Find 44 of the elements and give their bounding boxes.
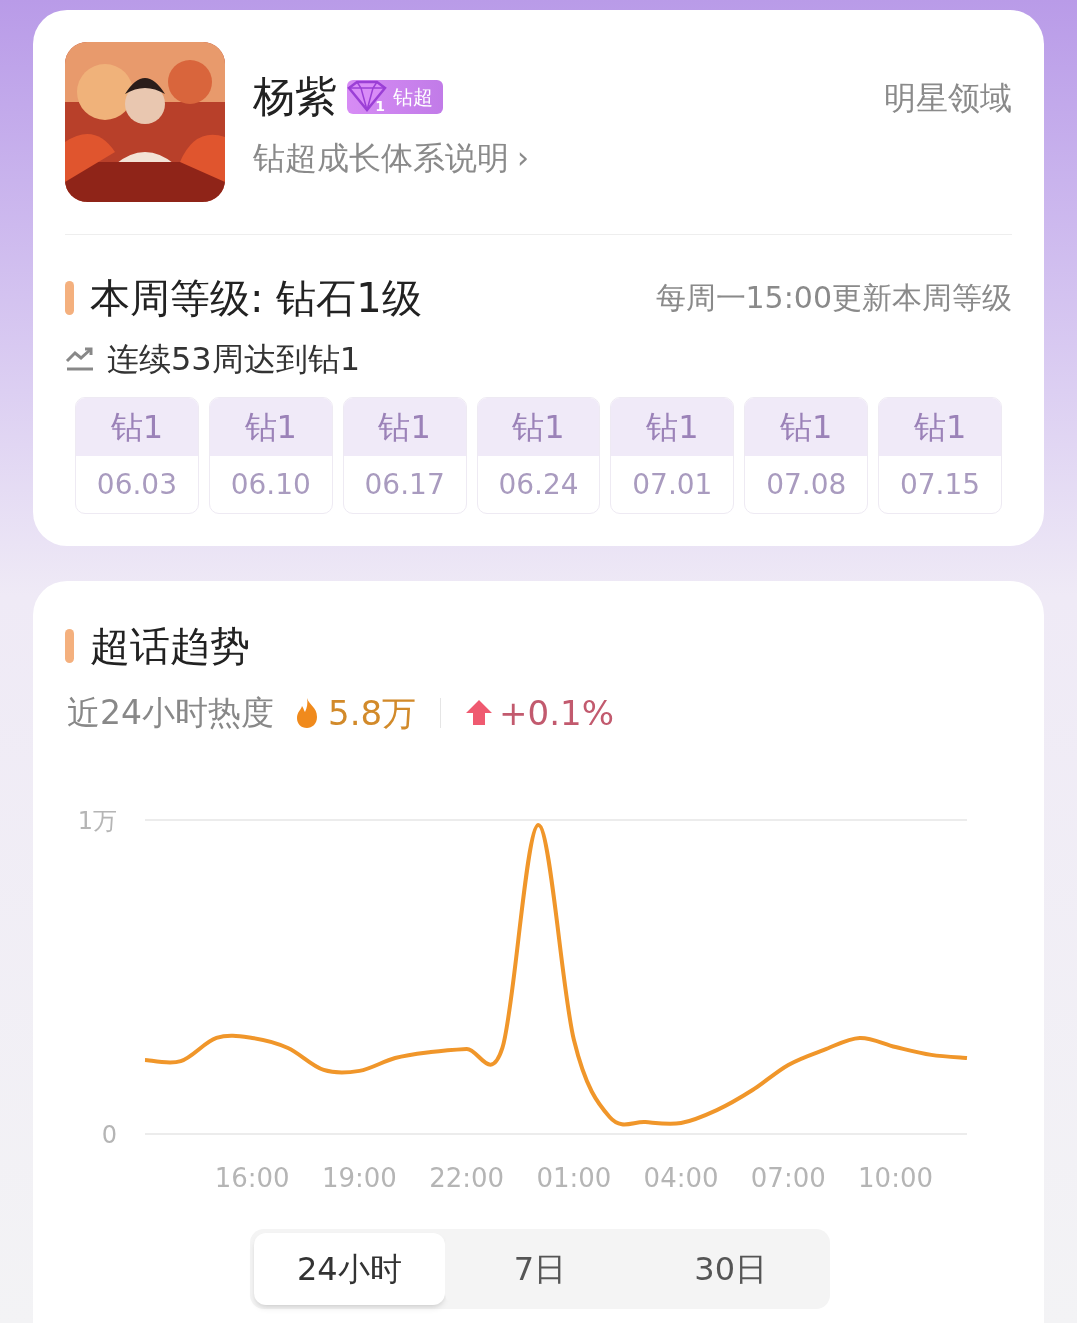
update-note: 每周一15:00更新本周等级: [655, 279, 1012, 317]
growth-link[interactable]: 钻超成长体系说明 ›: [253, 138, 529, 178]
week-grade: 钻1: [477, 398, 600, 456]
x-tick-label: 22:00: [429, 1163, 505, 1193]
x-tick-label: 04:00: [643, 1163, 719, 1193]
heat-label: 近24小时热度: [67, 692, 274, 734]
week-grade: 钻1: [611, 398, 734, 456]
week-grade: 钻1: [76, 398, 198, 456]
week-date: 06.03: [95, 466, 178, 503]
week-date: 06.24: [497, 466, 580, 503]
x-tick-label: 19:00: [321, 1163, 397, 1193]
streak-text: 连续53周达到钻1: [107, 339, 361, 380]
y-tick-label: 1万: [77, 807, 117, 835]
heat-value: 5.8万: [328, 692, 417, 735]
trend-icon: [65, 345, 95, 373]
x-tick-label: 16:00: [214, 1163, 290, 1193]
title-marker: [65, 629, 74, 663]
up-arrow-icon: [465, 699, 494, 727]
week-date: 07.15: [898, 466, 982, 503]
week-grade: 钻1: [209, 398, 332, 456]
level-title: 本周等级: 钻石1级: [90, 274, 422, 323]
week-date: 07.08: [765, 466, 848, 503]
diamond-icon: [345, 80, 389, 114]
badge-label: 钻超: [393, 85, 433, 109]
flame-icon: [294, 697, 320, 729]
x-tick-label: 07:00: [750, 1163, 826, 1193]
x-tick-label: 01:00: [536, 1163, 612, 1193]
user-name: 杨紫: [253, 72, 337, 122]
badge-level: 1: [375, 98, 385, 114]
change-value: +0.1%: [499, 692, 614, 735]
title-marker: [65, 281, 74, 315]
domain-label[interactable]: 明星领域: [884, 78, 1012, 118]
x-tick-label: 10:00: [858, 1163, 933, 1193]
y-tick-label: 0: [101, 1121, 117, 1149]
week-date: 06.17: [363, 466, 446, 503]
week-grade: 钻1: [879, 398, 1001, 456]
week-grade: 钻1: [343, 398, 466, 456]
week-date: 07.01: [631, 466, 714, 503]
range-tab[interactable]: 24小时: [254, 1233, 445, 1305]
link-text: 钻超成长体系说明: [253, 138, 509, 178]
week-date: 06.10: [229, 466, 312, 503]
chevron-icon: ›: [517, 138, 529, 178]
week-grade: 钻1: [745, 398, 868, 456]
trend-title: 超话趋势: [90, 622, 250, 671]
